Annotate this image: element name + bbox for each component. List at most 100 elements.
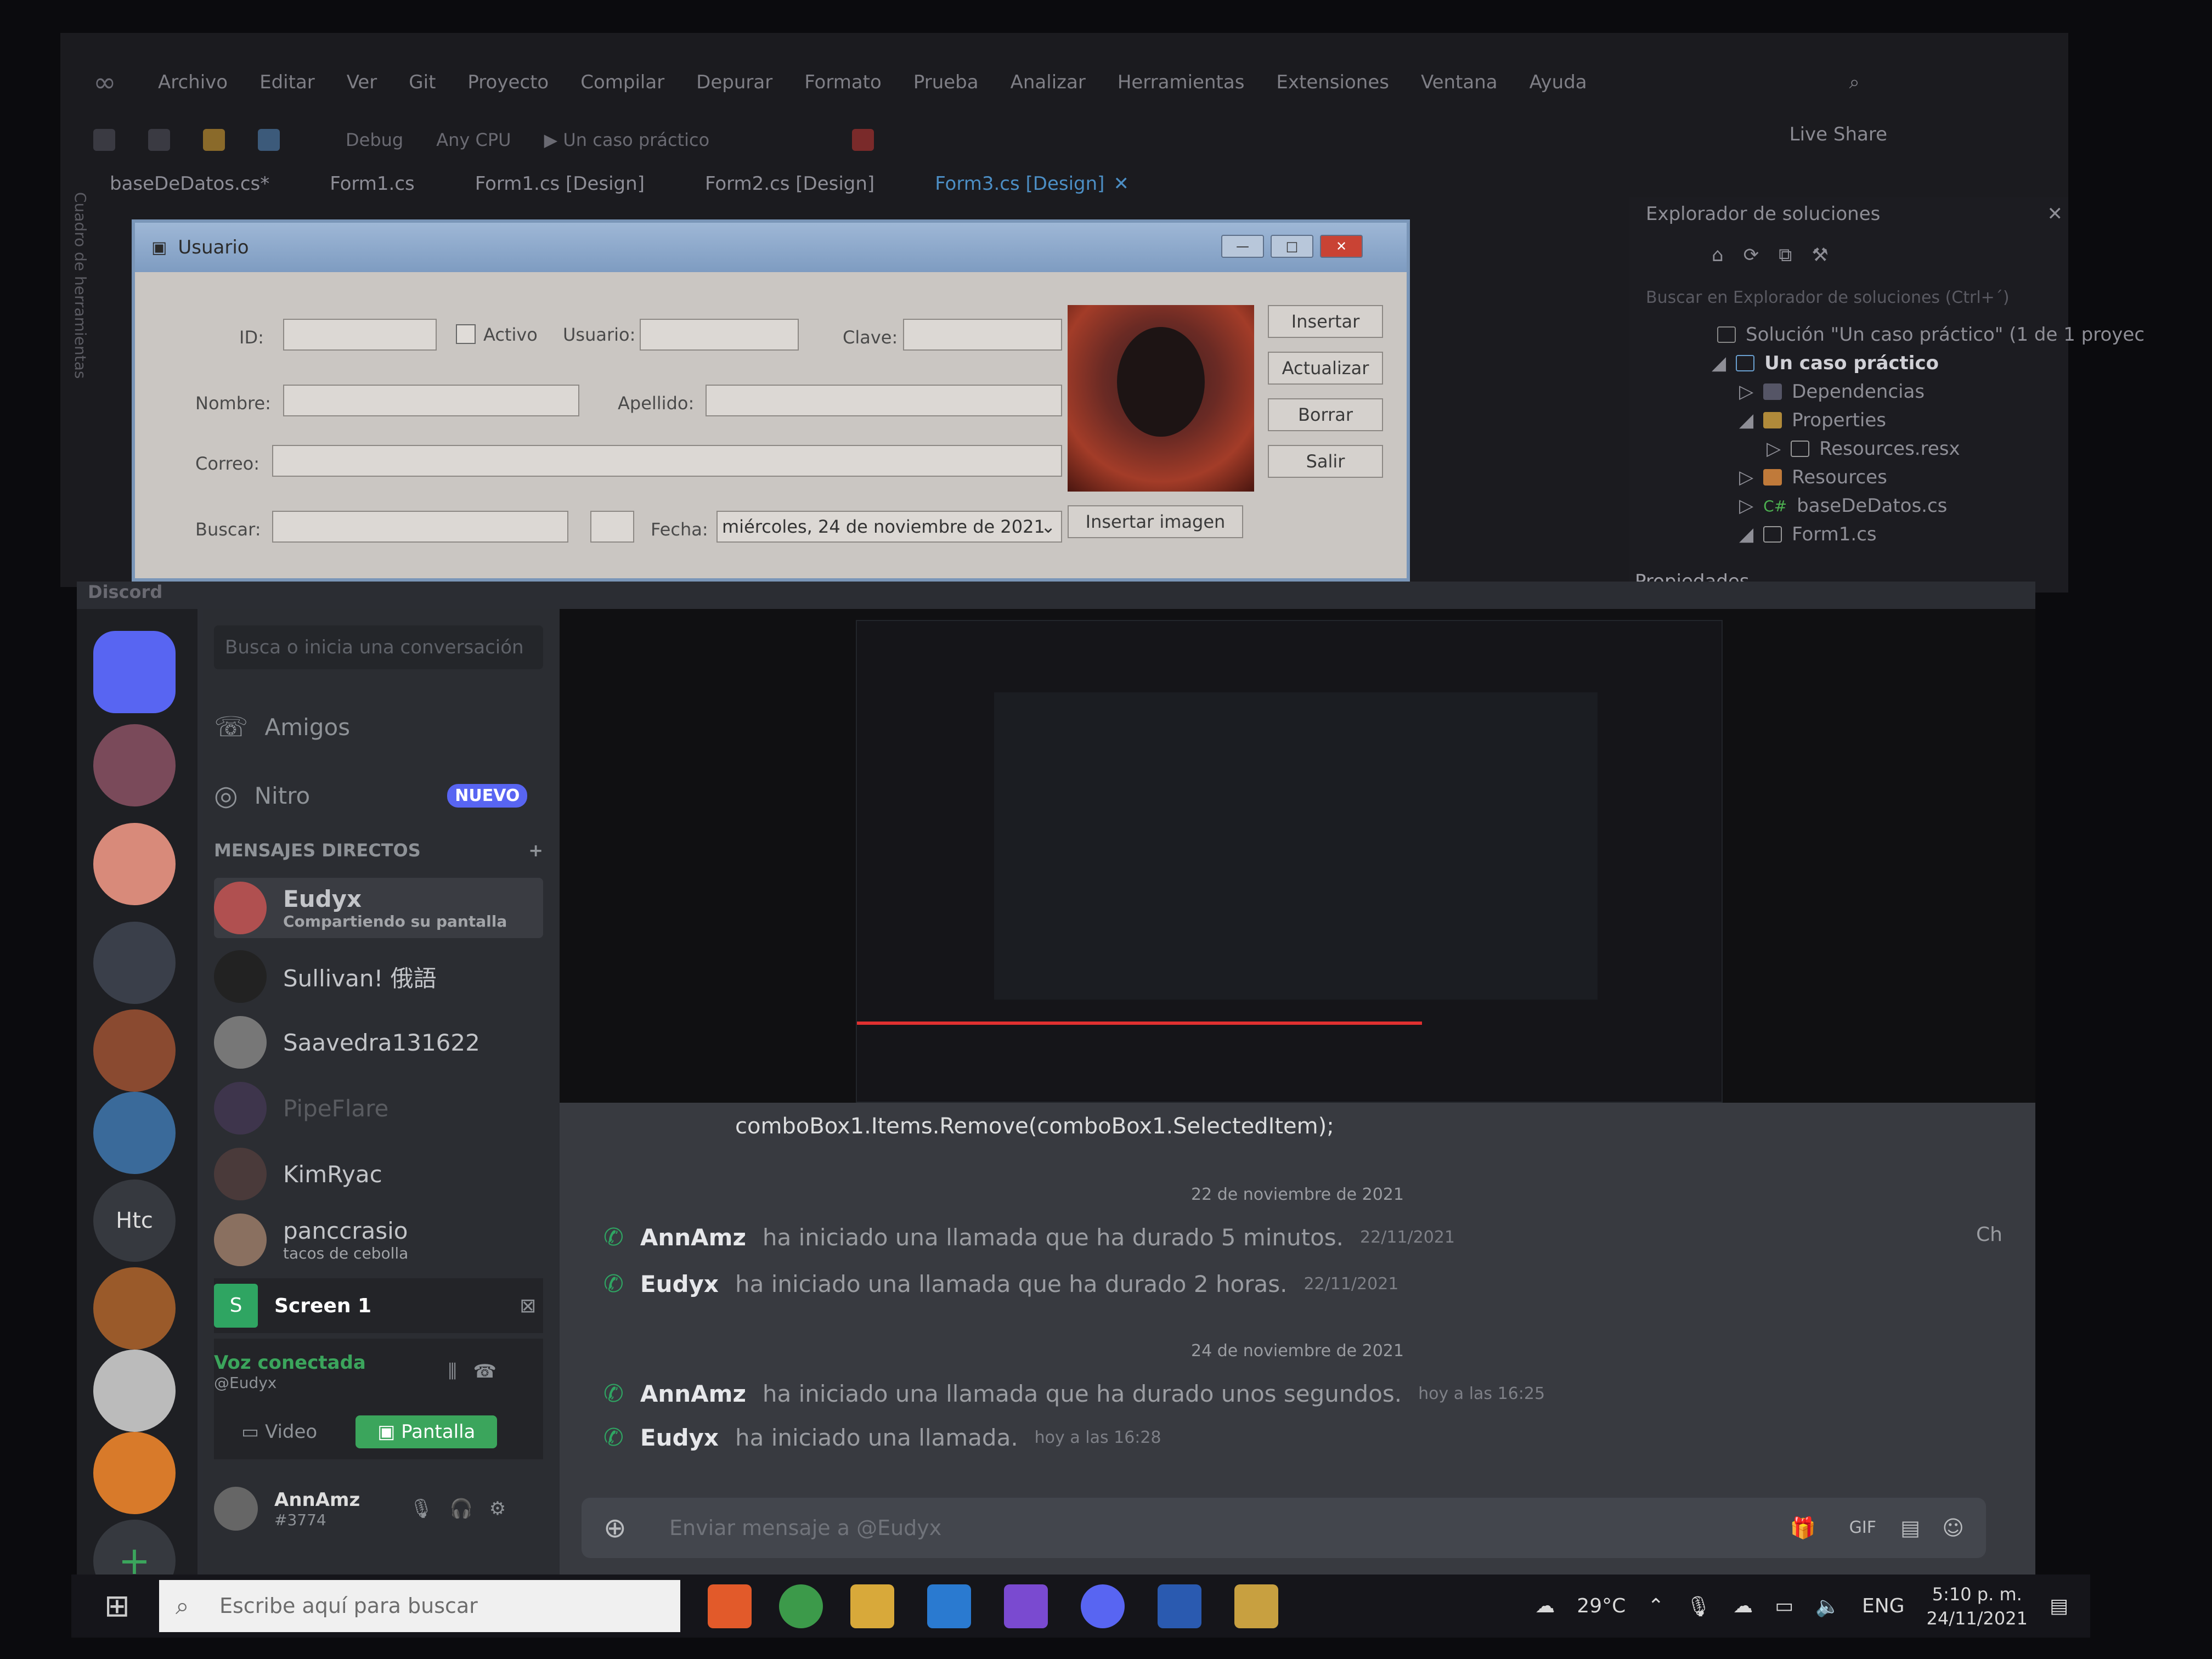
buscar-field[interactable] [272,511,568,543]
clock[interactable]: 5:10 p. m. 24/11/2021 [1927,1582,2028,1630]
close-icon[interactable]: ✕ [1320,235,1363,258]
discord-home-icon[interactable] [93,631,176,713]
actualizar-button[interactable]: Actualizar [1268,352,1383,385]
server-htc[interactable]: Htc [93,1180,176,1262]
file-explorer-icon[interactable] [850,1584,894,1628]
config-dropdown[interactable]: Debug [346,129,403,150]
avatar[interactable] [214,1487,258,1531]
id-field[interactable] [283,319,437,351]
minimize-icon[interactable]: — [1221,235,1264,258]
server-icon[interactable] [93,1350,176,1432]
tab-form2-design[interactable]: Form2.cs [Design] [705,173,874,195]
tree-solution[interactable]: Solución "Un caso práctico" (1 de 1 proy… [1746,324,2145,346]
video-button[interactable]: ▭ Video [241,1421,317,1443]
message-author[interactable]: AnnAmz [640,1380,746,1407]
add-dm-icon[interactable]: + [528,840,543,861]
message-author[interactable]: Eudyx [640,1271,719,1297]
notifications-icon[interactable]: ▤ [2050,1595,2068,1617]
dm-item-panccrasio[interactable]: panccrasio tacos de cebolla [214,1210,543,1270]
dm-search-input[interactable]: Busca o inicia una conversación [214,625,543,669]
gear-icon[interactable]: ⚙ [489,1498,506,1520]
message-author[interactable]: Eudyx [640,1424,719,1451]
dm-item-eudyx[interactable]: Eudyx Compartiendo su pantalla [214,878,543,938]
menu-prueba[interactable]: Prueba [913,71,979,93]
close-icon[interactable]: ✕ [1113,173,1129,195]
tree-properties[interactable]: Properties [1792,409,1886,431]
server-icon[interactable] [93,1432,176,1514]
menu-ventana[interactable]: Ventana [1421,71,1498,93]
windows-start-icon[interactable]: ⊞ [104,1588,130,1624]
volume-icon[interactable]: 🔈 [1815,1595,1840,1618]
menu-extensiones[interactable]: Extensiones [1276,71,1389,93]
menu-ayuda[interactable]: Ayuda [1530,71,1587,93]
headphones-icon[interactable]: 🎧 [449,1498,472,1520]
chrome-icon[interactable] [779,1584,823,1628]
menu-editar[interactable]: Editar [259,71,315,93]
close-icon[interactable]: ⊠ [520,1295,536,1317]
server-icon[interactable] [93,724,176,806]
tree-project[interactable]: Un caso práctico [1764,352,1939,374]
tree-dependencias[interactable]: Dependencias [1792,381,1925,403]
tab-basededatos[interactable]: baseDeDatos.cs* [110,173,269,195]
gift-icon[interactable]: 🎁 [1790,1498,1816,1558]
platform-dropdown[interactable]: Any CPU [436,129,511,150]
screen-button[interactable]: ▣ Pantalla [356,1415,498,1448]
friends-item[interactable]: ☏ Amigos [214,697,543,757]
app-icon[interactable] [1234,1584,1278,1628]
menu-ver[interactable]: Ver [347,71,377,93]
message-author[interactable]: AnnAmz [640,1224,746,1251]
tab-form3-design[interactable]: Form3.cs [Design] ✕ [935,173,1129,195]
solution-search-input[interactable]: Buscar en Explorador de soluciones (Ctrl… [1646,288,2010,307]
video-progress-bar[interactable] [857,1022,1422,1025]
emoji-icon[interactable]: ☺ [1942,1498,1964,1558]
word-icon[interactable] [1158,1584,1201,1628]
menu-formato[interactable]: Formato [804,71,882,93]
tab-form1-design[interactable]: Form1.cs [Design] [475,173,645,195]
server-icon[interactable] [93,922,176,1004]
activo-checkbox[interactable] [456,324,476,344]
dm-item-pipeflare[interactable]: PipeFlare [214,1078,543,1138]
expand-icon[interactable]: ◢ [1739,409,1753,431]
noise-suppression-icon[interactable]: ⫼ [448,1361,457,1383]
weather-icon[interactable]: ☁ [1535,1595,1555,1617]
new-item-icon[interactable] [148,129,170,151]
tree-resources-resx[interactable]: Resources.resx [1819,438,1960,460]
tab-form1-cs[interactable]: Form1.cs [330,173,415,195]
menu-proyecto[interactable]: Proyecto [467,71,549,93]
tree-form1[interactable]: Form1.cs [1792,523,1877,545]
screen-share-panel[interactable]: S Screen 1 ⊠ [214,1278,543,1333]
sync-icon[interactable]: ⟳ [1743,244,1759,266]
tree-resources[interactable]: Resources [1792,466,1887,488]
vscode-icon[interactable] [927,1584,971,1628]
discord-taskbar-icon[interactable] [1081,1584,1125,1628]
visual-studio-icon[interactable] [1004,1584,1048,1628]
usuario-field[interactable] [640,319,799,351]
apellido-field[interactable] [706,385,1062,416]
nitro-item[interactable]: ◎ Nitro NUEVO [214,765,543,826]
menu-archivo[interactable]: Archivo [158,71,228,93]
clave-field[interactable] [903,319,1062,351]
server-icon[interactable] [93,1092,176,1174]
toolbox-label[interactable]: Cuadro de herramientas [71,192,89,379]
expand-icon[interactable]: ◢ [1712,352,1726,374]
run-button[interactable]: ▶ Un caso práctico [544,129,710,150]
borrar-button[interactable]: Borrar [1268,398,1383,431]
chevron-up-icon[interactable]: ⌃ [1647,1595,1664,1617]
expand-icon[interactable]: ▷ [1767,438,1781,460]
gif-icon[interactable]: GIF [1849,1498,1876,1558]
expand-icon[interactable]: ▷ [1739,381,1753,403]
server-icon[interactable] [93,1267,176,1350]
maximize-icon[interactable]: □ [1271,235,1313,258]
correo-field[interactable] [272,445,1062,477]
menu-compilar[interactable]: Compilar [580,71,664,93]
sticker-icon[interactable]: ▤ [1900,1498,1920,1558]
expand-icon[interactable]: ▷ [1739,495,1753,517]
open-folder-icon[interactable] [203,129,225,151]
dm-item-sullivan[interactable]: Sullivan! 俄語 [214,946,543,1007]
dm-item-kimryac[interactable]: KimRyac [214,1144,543,1204]
server-icon[interactable] [93,823,176,905]
menu-analizar[interactable]: Analizar [1011,71,1086,93]
solution-search[interactable]: Buscar en Explorador de soluciones (Ctrl… [1646,288,2010,307]
home-icon[interactable]: ⌂ [1712,244,1724,266]
wrench-icon[interactable]: ⚒ [1812,244,1828,266]
